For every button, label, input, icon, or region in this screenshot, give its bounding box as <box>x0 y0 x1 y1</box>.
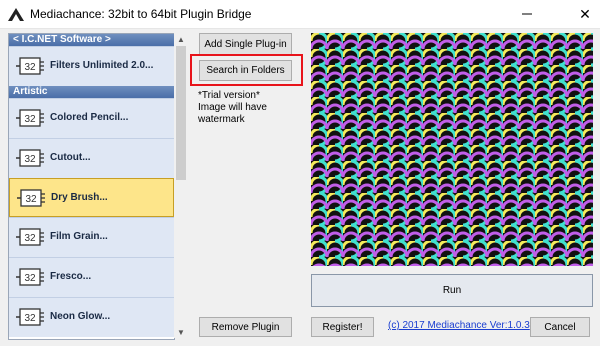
scroll-up-icon[interactable]: ▲ <box>174 33 188 45</box>
plugin-list-item[interactable]: 32 Filters Unlimited 2.0... <box>9 46 174 86</box>
plugin-list-item[interactable]: 32 Neon Glow... <box>9 297 174 337</box>
close-icon: ✕ <box>579 5 591 22</box>
plugin-list-item[interactable]: 32 Film Grain... <box>9 217 174 257</box>
preview-pattern <box>311 33 593 266</box>
close-button[interactable]: ✕ <box>570 0 600 28</box>
highlight-frame <box>190 54 303 86</box>
plugin-list[interactable]: < I.C.NET Software > 32 Filters Unlimited … <box>8 33 175 340</box>
plugin-list-item[interactable]: 32 Colored Pencil... <box>9 98 174 138</box>
group-header: Artistic <box>9 86 174 98</box>
minimize-button[interactable] <box>512 0 542 28</box>
chip-bitness-label: 32 <box>24 273 36 284</box>
plugin-label: Filters Unlimited 2.0... <box>50 60 154 71</box>
plugin-32bit-chip-icon: 32 <box>17 189 45 207</box>
window-title: Mediachance: 32bit to 64bit Plugin Bridg… <box>30 7 252 21</box>
plugin-label: Cutout... <box>50 152 91 163</box>
plugin-label: Neon Glow... <box>50 311 111 322</box>
chip-bitness-label: 32 <box>24 114 36 125</box>
group-header: < I.C.NET Software > <box>9 34 174 46</box>
image-preview <box>311 33 593 266</box>
add-single-plugin-button[interactable]: Add Single Plug-in <box>199 33 292 55</box>
scroll-thumb[interactable] <box>176 46 186 180</box>
chip-bitness-label: 32 <box>24 62 36 73</box>
plugin-label: Dry Brush... <box>51 192 108 203</box>
remove-plugin-button[interactable]: Remove Plugin <box>199 317 292 337</box>
plugin-list-item[interactable]: 32 Fresco... <box>9 257 174 297</box>
chip-bitness-label: 32 <box>24 154 36 165</box>
plugin-label: Film Grain... <box>50 231 108 242</box>
plugin-32bit-chip-icon: 32 <box>16 109 44 127</box>
plugin-32bit-chip-icon: 32 <box>16 57 44 75</box>
chip-bitness-label: 32 <box>25 194 37 205</box>
plugin-label: Colored Pencil... <box>50 112 129 123</box>
minimize-icon <box>522 13 532 15</box>
plugin-list-item[interactable]: 32 Cutout... <box>9 138 174 178</box>
plugin-32bit-chip-icon: 32 <box>16 149 44 167</box>
plugin-list-item[interactable]: 32 Dry Brush... <box>9 178 174 217</box>
plugin-32bit-chip-icon: 32 <box>16 268 44 286</box>
run-button[interactable]: Run <box>311 274 593 307</box>
register-button[interactable]: Register! <box>311 317 374 337</box>
copyright-version-link[interactable]: (c) 2017 Mediachance Ver:1.0.3 <box>388 320 530 331</box>
plugin-32bit-chip-icon: 32 <box>16 308 44 326</box>
plugin-32bit-chip-icon: 32 <box>16 228 44 246</box>
chip-bitness-label: 32 <box>24 233 36 244</box>
chip-bitness-label: 32 <box>24 313 36 324</box>
list-scrollbar[interactable]: ▲ ▼ <box>174 33 188 338</box>
plugin-label: Fresco... <box>50 271 92 282</box>
title-bar: Mediachance: 32bit to 64bit Plugin Bridg… <box>0 0 600 29</box>
app-icon <box>8 8 24 21</box>
trial-note: *Trial version* Image will have watermar… <box>198 90 267 125</box>
cancel-button[interactable]: Cancel <box>530 317 590 337</box>
scroll-down-icon[interactable]: ▼ <box>174 326 188 338</box>
